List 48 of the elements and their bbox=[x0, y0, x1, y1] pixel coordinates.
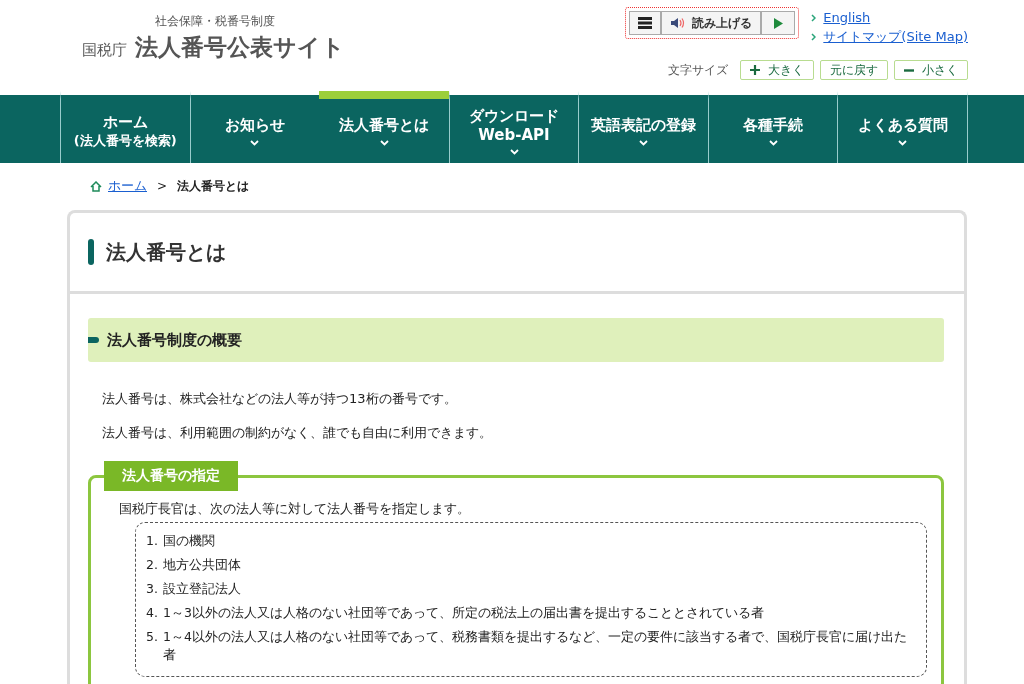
list-number: 3. bbox=[146, 580, 158, 598]
list-item-text: 設立登記法人 bbox=[162, 580, 241, 598]
plus-icon bbox=[750, 65, 760, 75]
list-item-text: 地方公共団体 bbox=[162, 556, 241, 574]
nav-tab[interactable]: ダウンロード Web-API bbox=[448, 91, 579, 163]
font-size-label: 文字サイズ bbox=[668, 61, 728, 79]
title-marker bbox=[88, 239, 94, 265]
paragraph: 法人番号は、利用範囲の制約がなく、誰でも自由に利用できます。 bbox=[102, 424, 493, 442]
site-subtitle: 社会保障・税番号制度 bbox=[155, 13, 276, 30]
list-item-text: 国の機関 bbox=[162, 532, 215, 550]
list-number: 1. bbox=[146, 532, 158, 550]
heading-marker bbox=[88, 337, 99, 343]
font-size-button[interactable]: 大きく bbox=[740, 60, 814, 80]
nav-tab[interactable]: お知らせ bbox=[189, 91, 320, 163]
list-item-text: 1～4以外の法人又は人格のない社団等であって、税務書類を提出するなど、一定の要件に該当する者で、国税庁長官に届け出た者 bbox=[162, 628, 908, 664]
speaker-icon bbox=[670, 17, 687, 29]
breadcrumb-current: 法人番号とは bbox=[177, 177, 250, 195]
paragraph: 法人番号は、株式会社などの法人等が持つ13桁の番号です。 bbox=[102, 390, 458, 408]
chevron-icon bbox=[811, 13, 817, 22]
paragraph: 国税庁長官は、次の法人等に対して法人番号を指定します。 bbox=[119, 500, 471, 518]
header-link[interactable]: サイトマップ(Site Map) bbox=[823, 28, 968, 46]
header-link[interactable]: English bbox=[823, 10, 871, 25]
nav-tab[interactable]: ホーム (法人番号を検索) bbox=[60, 91, 190, 163]
play-button[interactable] bbox=[761, 11, 796, 35]
font-size-button[interactable]: 小さく bbox=[894, 60, 968, 80]
breadcrumb-home-link[interactable]: ホーム bbox=[108, 177, 147, 195]
read-aloud-button[interactable]: 読み上げる bbox=[661, 11, 762, 35]
nav-tab[interactable]: 法人番号とは bbox=[319, 91, 449, 163]
agency-name: 国税庁 bbox=[82, 41, 127, 60]
nav-tab[interactable]: 英語表記の登録 bbox=[578, 91, 708, 163]
list-number: 5. bbox=[146, 628, 158, 646]
minus-icon bbox=[904, 68, 914, 72]
section-heading: 法人番号制度の概要 bbox=[107, 330, 242, 350]
nav-tab[interactable]: 各種手続 bbox=[707, 91, 838, 163]
home-icon bbox=[90, 180, 102, 192]
list-number: 4. bbox=[146, 604, 158, 622]
nav-tab[interactable]: よくある質問 bbox=[837, 91, 969, 163]
list-number: 2. bbox=[146, 556, 158, 574]
list-item-text: 1～3以外の法人又は人格のない社団等であって、所定の税法上の届出書を提出することとされている者 bbox=[162, 604, 764, 622]
chevron-icon bbox=[811, 33, 817, 41]
panel-label: 法人番号の指定 bbox=[104, 461, 238, 491]
page-title: 法人番号とは bbox=[106, 238, 226, 266]
site-title[interactable]: 法人番号公表サイト bbox=[135, 32, 345, 63]
play-icon bbox=[773, 17, 784, 29]
breadcrumb-separator: > bbox=[157, 179, 168, 193]
menu-icon bbox=[638, 17, 653, 29]
font-size-button[interactable]: 元に戻す bbox=[820, 60, 888, 80]
menu-button[interactable] bbox=[629, 11, 662, 35]
